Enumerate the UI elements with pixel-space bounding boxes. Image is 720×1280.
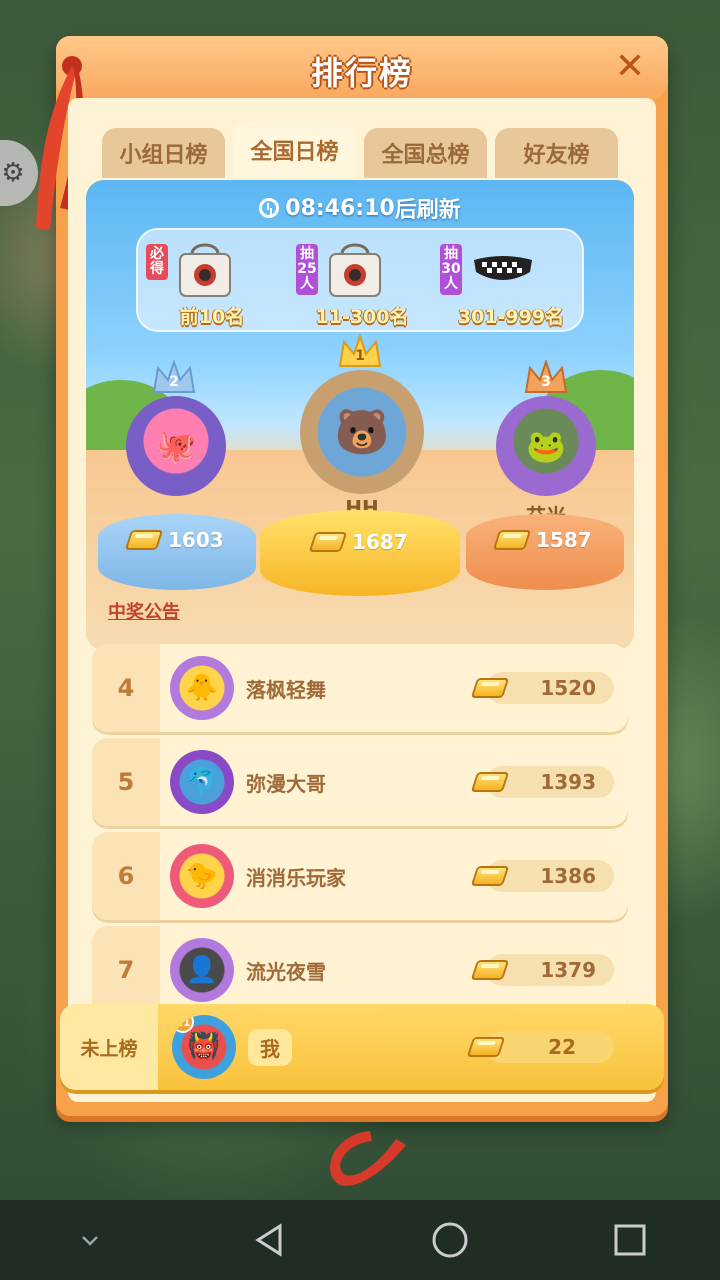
crown-rank-1: 1 <box>355 348 365 364</box>
chick-avatar-icon: 🐥 <box>185 673 219 703</box>
settings-icon: ⚙ <box>1 158 25 188</box>
score-value: 1520 <box>540 676 596 700</box>
crown-rank-3: 3 <box>541 374 551 390</box>
chevron-down-icon <box>82 1236 98 1246</box>
reward-tag: 抽25人 <box>296 244 318 295</box>
reward-301-999[interactable]: 抽30人 301-999名 <box>436 236 586 328</box>
gold-bar-icon <box>124 530 164 550</box>
avatar: 🐥 <box>170 656 234 720</box>
podium-stage: 08:46:10 后刷新 必得 前10名 抽25人 11-300名 抽30人 3… <box>86 180 634 650</box>
reward-top10[interactable]: 必得 前10名 <box>142 236 282 328</box>
winner-notice-link[interactable]: 中奖公告 <box>108 598 180 624</box>
frog-avatar-icon: 🐸 <box>526 427 566 465</box>
avatar: 👤 <box>170 938 234 1002</box>
list-item[interactable]: 5 🐬 弥漫大哥 1393 <box>92 738 628 826</box>
nav-recents-button[interactable] <box>600 1210 660 1270</box>
gold-bar-icon <box>466 1037 506 1057</box>
reward-tag: 抽30人 <box>440 244 462 295</box>
system-nav-bar <box>0 1200 720 1280</box>
avatar-rank-3[interactable]: 🐸 <box>496 396 596 496</box>
gold-bar-icon <box>470 678 510 698</box>
player-name: 弥漫大哥 <box>246 771 326 796</box>
pink-monster-icon: 🐙 <box>156 427 196 465</box>
score-rank-2: 1603 <box>124 528 224 552</box>
nav-back-button[interactable] <box>240 1210 300 1270</box>
belt-bag-icon <box>474 256 532 280</box>
tab-bar: 小组日榜 全国日榜 全国总榜 好友榜 <box>102 122 618 178</box>
avatar-rank-1[interactable]: 🐻 <box>300 370 424 494</box>
player-score: 1386 <box>470 860 614 892</box>
ribbon-bottom-decoration <box>330 1131 406 1186</box>
tote-bag-icon <box>329 243 381 297</box>
person-avatar-icon: 👤 <box>185 955 219 985</box>
nav-home-button[interactable] <box>420 1210 480 1270</box>
reward-tag: 必得 <box>146 244 168 280</box>
player-score: 1379 <box>470 954 614 986</box>
home-circle-icon <box>432 1222 468 1258</box>
list-item[interactable]: 6 🐤 消消乐玩家 1386 <box>92 832 628 920</box>
my-rank-status: 未上榜 <box>60 1004 158 1090</box>
title-bar: 排行榜 ✕ <box>56 36 668 106</box>
list-item[interactable]: 4 🐥 落枫轻舞 1520 <box>92 644 628 732</box>
rank-number: 5 <box>92 738 160 826</box>
page-title: 排行榜 <box>310 54 413 92</box>
rank-number: 7 <box>92 926 160 1014</box>
refresh-suffix: 后刷新 <box>394 198 461 223</box>
reward-panel: 必得 前10名 抽25人 11-300名 抽30人 301-999名 <box>136 228 584 332</box>
score-value: 1587 <box>536 528 592 552</box>
dolphin-avatar-icon: 🐬 <box>185 767 219 797</box>
close-button[interactable]: ✕ <box>610 46 650 87</box>
refresh-time: 08:46:10 <box>285 195 395 221</box>
reward-11-300[interactable]: 抽25人 11-300名 <box>292 236 432 328</box>
chick-avatar-icon: 🐤 <box>185 861 219 891</box>
pedestal-rank-3 <box>466 514 624 590</box>
tote-bag-icon <box>179 243 231 297</box>
monster-avatar-icon: 👹 <box>187 1032 221 1062</box>
score-value: 1386 <box>540 864 596 888</box>
my-avatar: 11 👹 <box>172 1015 236 1079</box>
avatar: 🐤 <box>170 844 234 908</box>
list-item[interactable]: 7 👤 流光夜雪 1379 <box>92 926 628 1014</box>
score-value: 1379 <box>540 958 596 982</box>
reward-label: 301-999名 <box>457 306 565 328</box>
level-badge: 11 <box>172 1015 194 1033</box>
my-name: 我 <box>248 1028 292 1066</box>
gold-bar-icon <box>492 530 532 550</box>
score-rank-3: 1587 <box>492 528 592 552</box>
score-value: 1687 <box>352 530 408 554</box>
clock-icon <box>259 198 280 218</box>
avatar: 🐬 <box>170 750 234 814</box>
my-rank-row[interactable]: 未上榜 11 👹 我 22 <box>60 1004 664 1090</box>
tab-group-daily[interactable]: 小组日榜 <box>102 128 225 178</box>
player-name: 消消乐玩家 <box>246 865 346 890</box>
player-name: 落枫轻舞 <box>246 677 326 702</box>
rank-number: 4 <box>92 644 160 732</box>
nav-collapse-button[interactable] <box>60 1210 120 1270</box>
player-score: 1393 <box>470 766 614 798</box>
recents-square-icon <box>614 1224 646 1256</box>
gold-bar-icon <box>470 866 510 886</box>
player-score: 1520 <box>470 672 614 704</box>
reward-label: 前10名 <box>179 306 245 328</box>
tab-national-daily[interactable]: 全国日榜 <box>233 122 356 178</box>
crown-rank-2: 2 <box>169 374 179 390</box>
my-score: 22 <box>466 1031 614 1063</box>
score-rank-1: 1687 <box>308 530 408 554</box>
avatar-rank-2[interactable]: 🐙 <box>126 396 226 496</box>
refresh-timer: 08:46:10 后刷新 <box>86 192 634 224</box>
score-value: 1393 <box>540 770 596 794</box>
reward-label: 11-300名 <box>315 306 409 328</box>
pedestal-rank-2 <box>98 514 256 590</box>
gold-bar-icon <box>308 532 348 552</box>
score-value: 22 <box>548 1035 576 1059</box>
bear-chef-icon: 🐻 <box>334 407 390 458</box>
rank-number: 6 <box>92 832 160 920</box>
tab-friends[interactable]: 好友榜 <box>495 128 618 178</box>
tab-national-total[interactable]: 全国总榜 <box>364 128 487 178</box>
score-value: 1603 <box>168 528 224 552</box>
player-name: 流光夜雪 <box>246 959 326 984</box>
gold-bar-icon <box>470 960 510 980</box>
gold-bar-icon <box>470 772 510 792</box>
back-triangle-icon <box>255 1223 282 1257</box>
